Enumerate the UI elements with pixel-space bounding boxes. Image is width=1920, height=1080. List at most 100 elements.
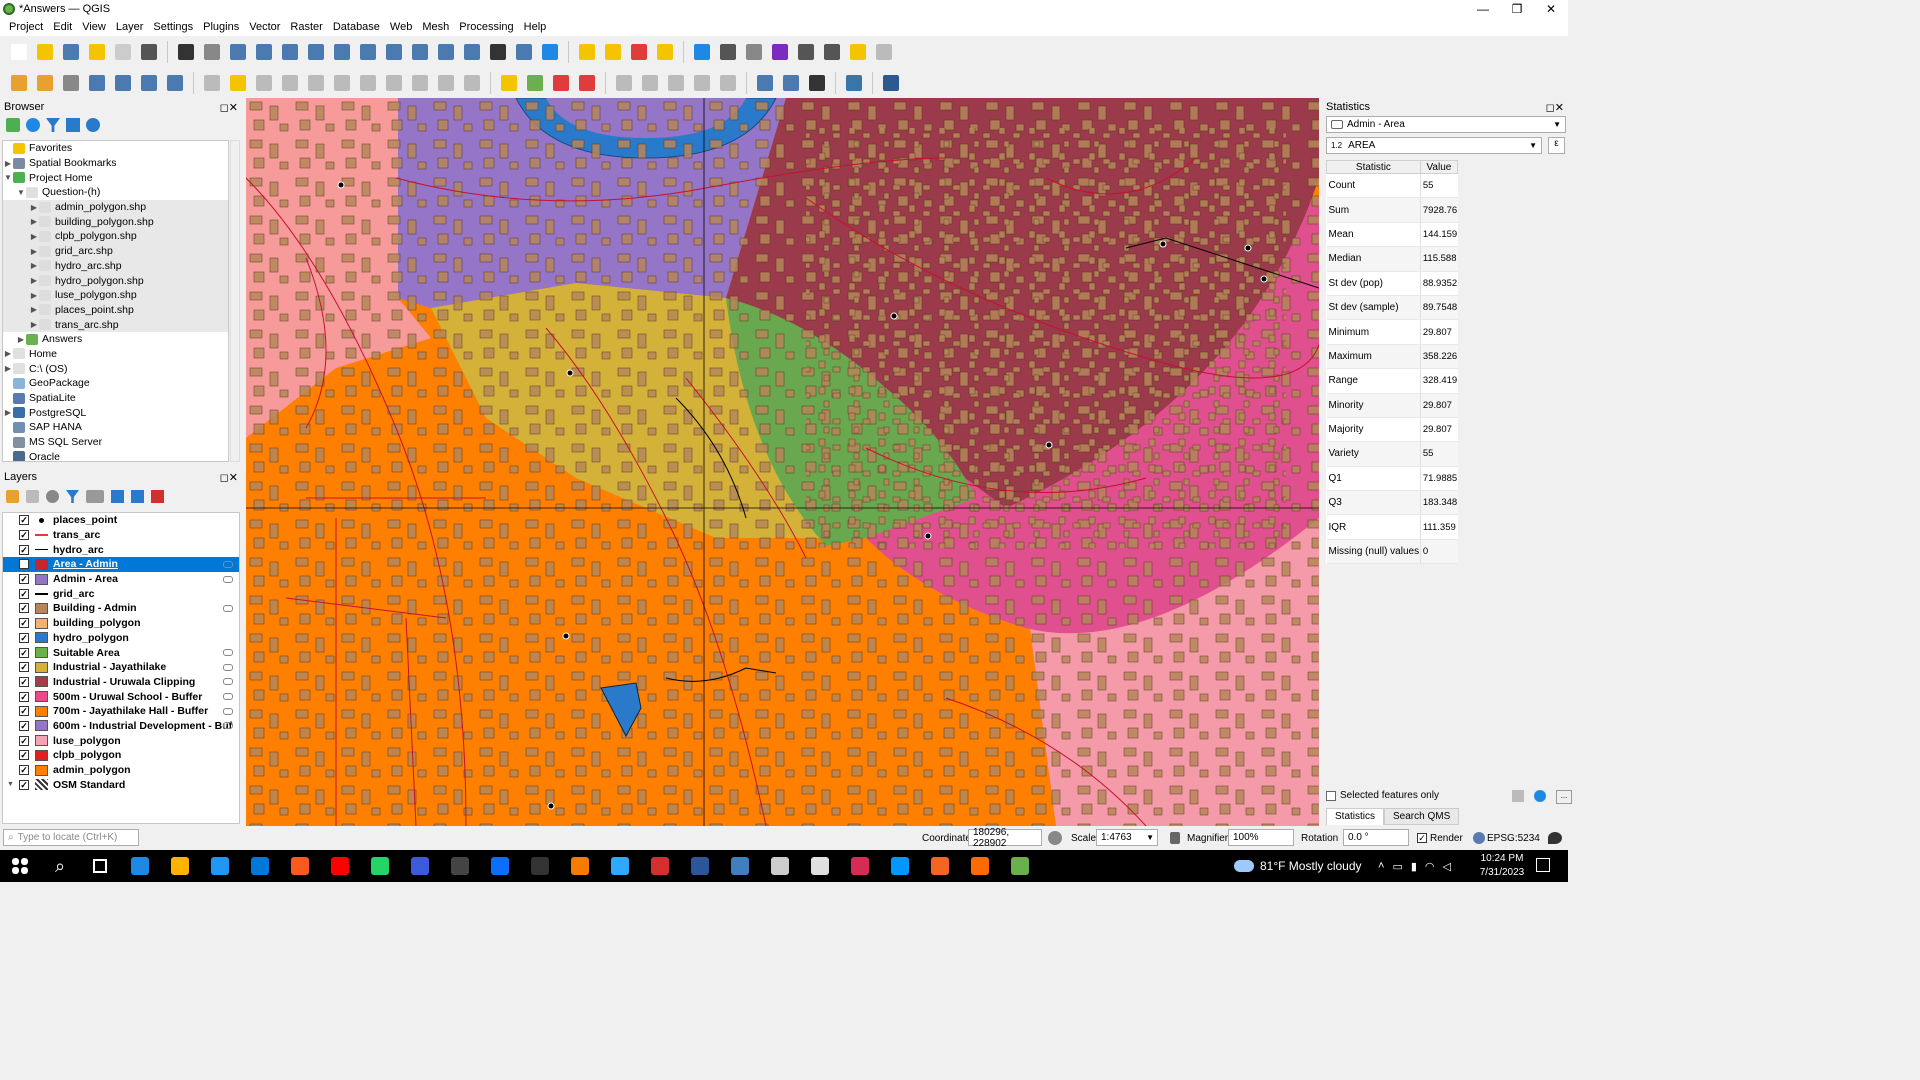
toolbar-button[interactable] <box>201 41 223 63</box>
layer-visibility-checkbox[interactable]: ✓ <box>19 588 29 599</box>
table-row[interactable]: IQR 111.359 <box>1326 514 1458 540</box>
battery-icon[interactable]: ▮ <box>1411 860 1417 873</box>
taskbar-app-button[interactable] <box>920 850 960 882</box>
tab-statistics[interactable]: Statistics <box>1326 808 1385 825</box>
expand-arrow-icon[interactable]: ▼ <box>16 188 26 197</box>
eye-icon[interactable] <box>46 490 59 503</box>
toolbar-button[interactable] <box>383 41 405 63</box>
toolbar-button[interactable] <box>880 72 902 94</box>
menu-raster[interactable]: Raster <box>285 21 327 33</box>
menu-web[interactable]: Web <box>385 21 417 33</box>
layer-visibility-checkbox[interactable]: ✓ <box>19 530 29 541</box>
layer-item[interactable]: ✓ hydro_polygon <box>3 631 239 646</box>
refresh-icon[interactable] <box>26 118 40 132</box>
layer-item[interactable]: ✓ places_point <box>3 513 239 528</box>
menu-settings[interactable]: Settings <box>148 21 198 33</box>
layer-select[interactable]: Admin - Area ▼ <box>1326 116 1566 133</box>
taskbar-app-button[interactable] <box>480 850 520 882</box>
panel-close-icon[interactable]: ◻✕ <box>1546 101 1564 114</box>
layer-item[interactable]: ✓ trans_arc <box>3 528 239 543</box>
scale-field[interactable]: 1:4763 ▼ <box>1096 829 1158 846</box>
toolbar-button[interactable] <box>487 41 509 63</box>
taskbar-app-button[interactable] <box>760 850 800 882</box>
close-button[interactable]: ✕ <box>1534 0 1568 18</box>
toolbar-button[interactable] <box>780 72 802 94</box>
table-row[interactable]: Minimum 29.807 <box>1326 319 1458 345</box>
toolbar-button[interactable] <box>691 41 713 63</box>
layer-visibility-checkbox[interactable]: ✓ <box>19 603 29 614</box>
toolbar-button[interactable] <box>639 72 661 94</box>
toolbar-button[interactable] <box>806 72 828 94</box>
expand-arrow-icon[interactable]: ▶ <box>3 364 13 373</box>
layer-item[interactable]: ✓ 700m - Jayathilake Hall - Buffer <box>3 704 239 719</box>
toolbar-button[interactable] <box>305 72 327 94</box>
toolbar-button[interactable] <box>576 72 598 94</box>
toolbar-button[interactable] <box>409 72 431 94</box>
expand-arrow-icon[interactable]: ▶ <box>29 247 39 256</box>
layer-item[interactable]: ✓ 600m - Industrial Development - Buf <box>3 719 239 734</box>
layer-visibility-checkbox[interactable]: ✓ <box>19 735 29 746</box>
taskbar-app-button[interactable] <box>400 850 440 882</box>
toolbar-button[interactable] <box>843 72 865 94</box>
layer-item[interactable]: ✓ hydro_arc <box>3 542 239 557</box>
browser-item[interactable]: GeoPackage <box>3 376 228 391</box>
layer-visibility-checkbox[interactable]: ✓ <box>19 544 29 555</box>
toolbar-button[interactable] <box>550 72 572 94</box>
toolbar-button[interactable] <box>253 72 275 94</box>
coordinate-field[interactable]: 180296, 228902 <box>968 827 1042 849</box>
collapse-all-icon[interactable] <box>131 490 144 503</box>
magnifier-field[interactable]: 100% <box>1228 829 1294 846</box>
refresh-icon[interactable] <box>1534 790 1546 802</box>
toolbar-button[interactable] <box>576 41 598 63</box>
expression-button[interactable]: ε <box>1548 137 1565 154</box>
toolbar-button[interactable] <box>112 72 134 94</box>
filter-indicator-icon[interactable] <box>223 560 233 568</box>
layer-visibility-checkbox[interactable]: ✓ <box>19 559 29 570</box>
menu-plugins[interactable]: Plugins <box>198 21 244 33</box>
layer-item[interactable]: ✓ Industrial - Uruwala Clipping <box>3 675 239 690</box>
filter-indicator-icon[interactable] <box>223 693 233 701</box>
render-checkbox[interactable]: ✓ <box>1417 833 1427 843</box>
table-row[interactable]: Maximum 358.226 <box>1326 344 1458 370</box>
expand-arrow-icon[interactable]: ▶ <box>29 217 39 226</box>
menu-layer[interactable]: Layer <box>111 21 149 33</box>
toolbar-button[interactable] <box>112 41 134 63</box>
chevron-up-icon[interactable]: ˄ <box>1378 860 1384 872</box>
taskbar-app-button[interactable] <box>280 850 320 882</box>
layer-visibility-checkbox[interactable]: ✓ <box>19 779 29 790</box>
toolbar-button[interactable] <box>279 41 301 63</box>
style-icon[interactable] <box>6 490 19 503</box>
toolbar-button[interactable] <box>524 72 546 94</box>
taskbar-app-button[interactable] <box>520 850 560 882</box>
table-row[interactable]: Sum 7928.76 <box>1326 197 1458 223</box>
filter-indicator-icon[interactable] <box>223 722 233 730</box>
panel-close-icon[interactable]: ◻✕ <box>220 471 238 484</box>
layer-tree[interactable]: ✓ places_point ✓ trans_arc ✓ hydro_arc ✓ Area -… <box>2 512 240 824</box>
browser-item[interactable]: ▼ Question-(h) <box>3 185 228 200</box>
toolbar-button[interactable] <box>34 72 56 94</box>
toolbar-button[interactable] <box>613 72 635 94</box>
layer-visibility-checkbox[interactable]: ✓ <box>19 691 29 702</box>
layer-visibility-checkbox[interactable]: ✓ <box>19 618 29 629</box>
clock[interactable]: 10:24 PM 7/31/2023 <box>1476 852 1528 880</box>
table-row[interactable]: Q1 71.9885 <box>1326 466 1458 492</box>
toolbar-button[interactable] <box>435 41 457 63</box>
taskbar-app-button[interactable] <box>880 850 920 882</box>
expand-arrow-icon[interactable]: ▶ <box>29 305 39 314</box>
toolbar-button[interactable] <box>513 41 535 63</box>
toolbar-button[interactable] <box>691 72 713 94</box>
expand-arrow-icon[interactable]: ▶ <box>16 335 26 344</box>
filter-indicator-icon[interactable] <box>223 707 233 715</box>
browser-item[interactable]: Oracle <box>3 449 228 461</box>
filter-icon[interactable] <box>46 118 60 132</box>
search-button[interactable]: ⌕ <box>40 850 80 882</box>
volume-icon[interactable]: ◁ <box>1443 860 1451 873</box>
expand-arrow-icon[interactable]: ▶ <box>29 261 39 270</box>
layer-item[interactable]: ✓ 500m - Uruwal School - Buffer <box>3 689 239 704</box>
browser-item[interactable]: SAP HANA <box>3 420 228 435</box>
filter-indicator-icon[interactable] <box>223 663 233 671</box>
expression-filter-icon[interactable] <box>86 490 104 503</box>
toolbar-button[interactable] <box>8 41 30 63</box>
filter-indicator-icon[interactable] <box>223 649 233 657</box>
menu-processing[interactable]: Processing <box>454 21 518 33</box>
